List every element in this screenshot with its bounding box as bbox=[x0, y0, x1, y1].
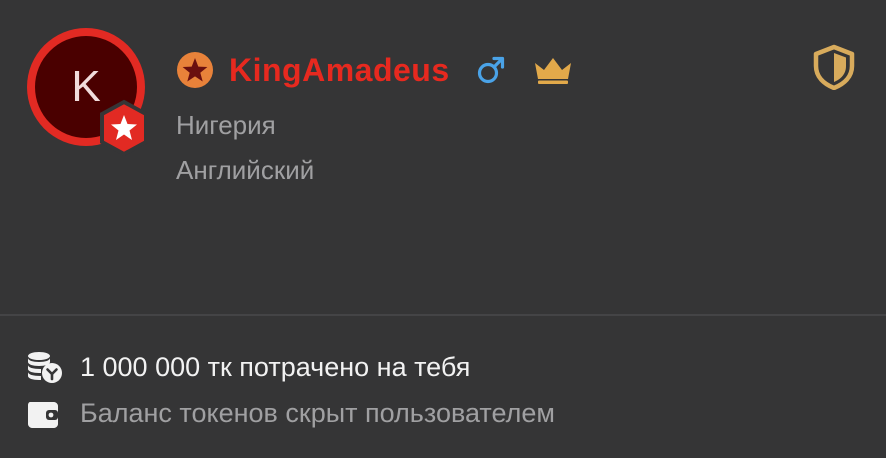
language-label: Английский bbox=[176, 155, 315, 185]
shield-icon[interactable] bbox=[812, 44, 856, 90]
balance-hidden-text: Баланс токенов скрыт пользователем bbox=[80, 398, 555, 428]
username[interactable]: KingAmadeus bbox=[229, 51, 450, 89]
crown-icon bbox=[534, 58, 571, 84]
profile-card: K KingAmadeus Нигерия Английский 1 000 0… bbox=[0, 0, 886, 458]
profile-header: KingAmadeus bbox=[176, 51, 574, 89]
country-label: Нигерия bbox=[176, 110, 276, 140]
divider bbox=[0, 314, 886, 316]
tokens-spent-text: 1 000 000 тк потрачено на тебя bbox=[80, 352, 471, 382]
star-rank-icon bbox=[177, 52, 213, 88]
balance-row: Баланс токенов скрыт пользователем bbox=[24, 396, 555, 430]
tokens-spent-row: 1 000 000 тк потрачено на тебя bbox=[24, 350, 470, 384]
wallet-icon bbox=[28, 402, 58, 428]
male-gender-icon bbox=[477, 56, 504, 84]
coins-icon bbox=[28, 352, 62, 383]
star-badge-icon bbox=[100, 99, 148, 157]
